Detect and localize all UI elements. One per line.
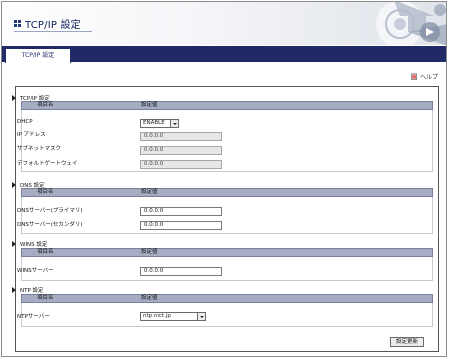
title-area: TCP/IP 設定 [14,16,81,31]
table-header-tcpip: 項目名 設定値 [21,101,433,110]
update-settings-button[interactable]: 設定更新 [390,337,424,347]
ip-address-field[interactable]: 0.0.0.0 [140,132,222,141]
table-header-dns: 項目名 設定値 [21,188,433,197]
window-frame: TCP/IP 設定 TCP/IP 設定 ? ヘルプ TCP/IP 設定 項目名 [1,1,447,357]
svg-text:?: ? [413,75,415,79]
subnet-mask-field[interactable]: 0.0.0.0 [140,146,222,155]
ntp-server-label: NTPサーバー [17,314,50,320]
ntp-server-select[interactable]: ntp.nict.jp [140,312,206,321]
section-title-ntp: NTP 設定 [12,286,44,294]
wins-server-field[interactable]: 0.0.0.0 [140,267,222,276]
column-header-value: 設定値 [141,102,158,108]
wins-server-label: WINSサーバー [17,268,54,274]
table-body-wins [21,257,433,281]
help-label: ヘルプ [419,74,438,81]
table-body-tcpip [21,110,433,172]
column-header-name: 項目名 [37,189,54,195]
section-title-wins-text: WINS 設定 [20,242,48,248]
page-title: TCP/IP 設定 [25,20,81,31]
help-link[interactable]: ? ヘルプ [411,72,438,81]
table-body-dns [21,197,433,234]
title-underline [14,31,92,32]
section-title-ntp-text: NTP 設定 [20,288,44,294]
chevron-down-icon [197,313,205,320]
chevron-down-icon [170,120,178,127]
column-header-value: 設定値 [141,249,158,255]
default-gateway-field[interactable]: 0.0.0.0 [140,160,222,169]
triangle-icon [12,287,16,293]
dns-primary-field[interactable]: 0.0.0.0 [140,207,222,216]
triangle-icon [12,241,16,247]
table-body-ntp [21,303,433,327]
dns-primary-label: DNSサーバー(プライマリ) [17,208,83,214]
dns-secondary-field[interactable]: 0.0.0.0 [140,221,222,230]
column-header-value: 設定値 [141,189,158,195]
dns-secondary-label: DNSサーバー(セカンダリ) [17,222,83,228]
dhcp-select-value: ENABLE [143,120,165,126]
column-header-name: 項目名 [37,102,54,108]
ntp-server-select-value: ntp.nict.jp [143,313,171,319]
subnet-mask-label: サブネットマスク [17,146,62,152]
dhcp-select[interactable]: ENABLE [140,119,179,128]
help-book-icon: ? [411,73,417,80]
column-header-name: 項目名 [37,295,54,301]
section-title-wins: WINS 設定 [12,240,47,248]
table-header-ntp: 項目名 設定値 [21,294,433,303]
page-header: TCP/IP 設定 [2,2,446,45]
default-gateway-label: デフォルトゲートウェイ [17,161,78,167]
header-decoration-icon [376,2,446,45]
column-header-name: 項目名 [37,249,54,255]
triangle-icon [12,182,16,188]
ip-address-label: IP アドレス [17,132,46,138]
triangle-icon [12,95,16,101]
dhcp-label: DHCP [17,119,33,125]
column-header-value: 設定値 [141,295,158,301]
table-header-wins: 項目名 設定値 [21,248,433,257]
grid-icon [14,20,21,27]
tab-tcpip-settings[interactable]: TCP/IP 設定 [5,48,71,63]
